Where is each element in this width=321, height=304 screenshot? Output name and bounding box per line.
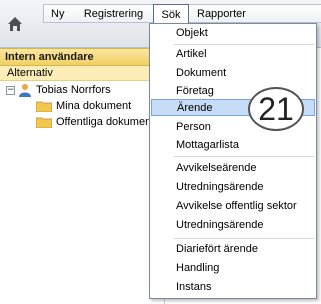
menu-item-diariefort-arende[interactable]: Diariefört ärende (151, 241, 315, 258)
menu-item-handling[interactable]: Handling (151, 260, 315, 277)
menu-item-instans[interactable]: Instans (151, 279, 315, 296)
tree-user-label: Tobias Norrfors (36, 84, 111, 96)
tree-folder-mina[interactable]: Mina dokument (36, 98, 131, 114)
tree-folder-label: Offentliga dokumen (56, 116, 152, 128)
menu-item-avvikelse-offentlig-sektor[interactable]: Avvikelse offentlig sektor (151, 198, 315, 215)
menu-separator (174, 156, 314, 157)
menu-sok[interactable]: Sök (153, 4, 189, 24)
sok-dropdown-menu: Objekt Artikel Dokument Företag Ärende P… (149, 23, 317, 299)
menu-registrering[interactable]: Registrering (74, 5, 153, 22)
menu-item-dokument[interactable]: Dokument (151, 65, 315, 82)
user-icon (19, 84, 31, 97)
menu-item-mottagarlista[interactable]: Mottagarlista (151, 137, 315, 154)
menu-item-avvikelsearende[interactable]: Avvikelseärende (151, 160, 315, 177)
left-panel: Intern användare Alternativ − Tobias Nor… (0, 48, 165, 304)
menu-separator (174, 238, 314, 239)
menu-item-utredningsarende[interactable]: Utredningsärende (151, 179, 315, 196)
menu-item-objekt[interactable]: Objekt (151, 25, 315, 42)
collapse-icon[interactable]: − (6, 85, 15, 95)
panel-title: Intern användare (0, 48, 164, 66)
home-icon (8, 17, 22, 31)
menu-item-utredningsarende-2[interactable]: Utredningsärende (151, 217, 315, 234)
callout-number-badge: 21 (248, 87, 304, 131)
menu-separator (174, 44, 314, 45)
tree-folder-label: Mina dokument (56, 100, 132, 112)
menu-ny[interactable]: Ny (44, 5, 74, 22)
home-button[interactable] (4, 12, 26, 36)
alternativ-section[interactable]: Alternativ (0, 66, 164, 81)
menu-rapporter[interactable]: Rapporter (189, 5, 252, 22)
tree-folder-offentliga[interactable]: Offentliga dokumen (36, 114, 151, 130)
menu-bar: Ny Registrering Sök Rapporter (43, 4, 321, 24)
folder-icon (36, 117, 52, 128)
menu-item-artikel[interactable]: Artikel (151, 46, 315, 63)
folder-icon (36, 101, 52, 112)
tree-user-node[interactable]: − Tobias Norrfors (6, 82, 111, 98)
